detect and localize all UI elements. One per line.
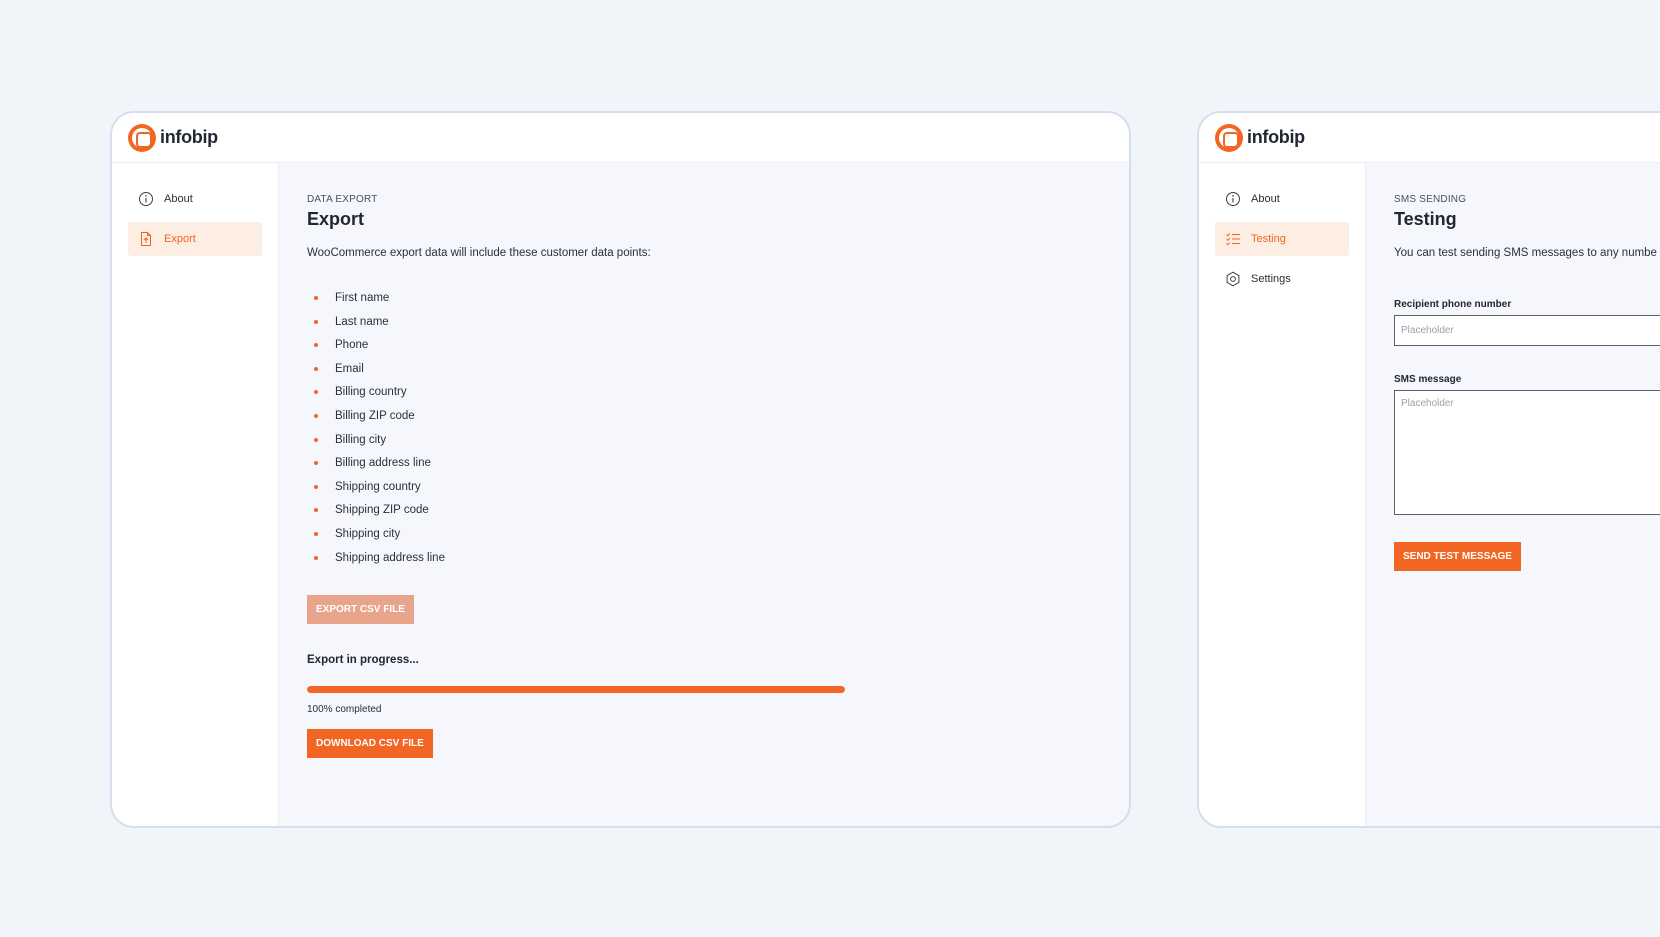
- data-points-list: First name Last name Phone Email Billing…: [307, 290, 1101, 573]
- file-export-icon: [138, 231, 154, 247]
- infobip-logo-icon: [128, 123, 156, 152]
- info-icon: [138, 191, 154, 207]
- infobip-logo[interactable]: infobip: [128, 123, 218, 152]
- list-item: Billing address line: [307, 455, 1101, 479]
- export-content: DATA EXPORT Export WooCommerce export da…: [279, 163, 1129, 826]
- page-title: Testing: [1394, 209, 1457, 229]
- section-eyebrow: DATA EXPORT: [307, 194, 378, 205]
- list-item: Shipping country: [307, 479, 1101, 503]
- phone-number-input[interactable]: [1394, 315, 1660, 346]
- list-item: Last name: [307, 314, 1101, 338]
- section-eyebrow: SMS SENDING: [1394, 194, 1467, 205]
- list-item: First name: [307, 290, 1101, 314]
- sidebar-item-testing[interactable]: Testing: [1215, 222, 1349, 256]
- top-bar: infobip: [112, 113, 1129, 163]
- info-icon: [1225, 191, 1241, 207]
- send-test-message-button[interactable]: SEND TEST MESSAGE: [1394, 542, 1521, 571]
- progress-label: 100% completed: [307, 704, 382, 716]
- sidebar-item-label: Export: [164, 233, 196, 245]
- list-item: Shipping ZIP code: [307, 502, 1101, 526]
- gear-icon: [1225, 271, 1241, 287]
- progress-title: Export in progress...: [307, 654, 419, 667]
- progress-bar: [307, 686, 845, 694]
- sidebar-item-about[interactable]: About: [1215, 182, 1349, 216]
- sidebar-item-label: Testing: [1251, 233, 1286, 245]
- download-csv-button[interactable]: DOWNLOAD CSV FILE: [307, 729, 433, 759]
- list-item: Phone: [307, 337, 1101, 361]
- logo-text: infobip: [160, 127, 218, 147]
- infobip-logo-icon: [1215, 123, 1243, 152]
- intro-text: You can test sending SMS messages to any…: [1394, 247, 1657, 259]
- phone-field-label: Recipient phone number: [1394, 299, 1512, 310]
- export-window: infobip About Export DATA EXPORT Export …: [110, 111, 1131, 828]
- testing-content: SMS SENDING Testing You can test sending…: [1366, 163, 1660, 826]
- list-item: Billing city: [307, 432, 1101, 456]
- logo-text: infobip: [1247, 127, 1305, 147]
- canvas: infobip About Export DATA EXPORT Export …: [0, 0, 1660, 937]
- top-bar: infobip: [1199, 113, 1660, 163]
- sidebar: About Export: [112, 163, 279, 826]
- sidebar-item-label: Settings: [1251, 273, 1291, 285]
- list-item: Billing ZIP code: [307, 408, 1101, 432]
- sidebar: About Testing Settings: [1199, 163, 1366, 826]
- list-item: Shipping city: [307, 526, 1101, 550]
- message-field-label: SMS message: [1394, 374, 1462, 385]
- infobip-logo[interactable]: infobip: [1215, 123, 1305, 152]
- sidebar-item-about[interactable]: About: [128, 182, 262, 216]
- sidebar-item-export[interactable]: Export: [128, 222, 262, 256]
- sidebar-item-label: About: [1251, 193, 1280, 205]
- list-item: Billing country: [307, 384, 1101, 408]
- page-title: Export: [307, 209, 365, 229]
- intro-text: WooCommerce export data will include the…: [307, 247, 651, 259]
- sidebar-item-label: About: [164, 193, 193, 205]
- sms-message-textarea[interactable]: [1394, 390, 1660, 515]
- sidebar-item-settings[interactable]: Settings: [1215, 262, 1349, 296]
- checklist-icon: [1225, 231, 1241, 247]
- list-item: Email: [307, 361, 1101, 385]
- list-item: Shipping address line: [307, 550, 1101, 574]
- export-csv-button[interactable]: EXPORT CSV FILE: [307, 595, 414, 625]
- testing-window: infobip About Testing Settings SMS SENDI…: [1197, 111, 1660, 828]
- progress-fill: [307, 686, 845, 694]
